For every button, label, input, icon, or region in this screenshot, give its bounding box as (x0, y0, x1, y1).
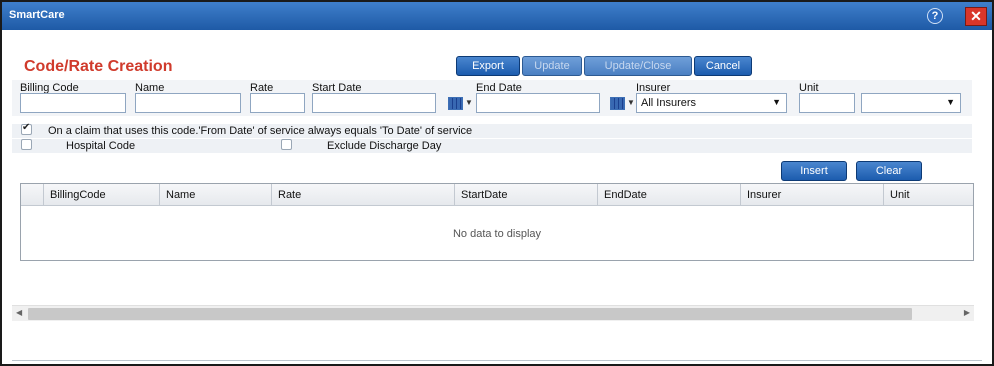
column-header-startdate[interactable]: StartDate (454, 184, 597, 206)
from-equals-to-checkbox[interactable] (21, 122, 32, 135)
chevron-down-icon: ▼ (946, 97, 955, 107)
close-icon[interactable]: ✕ (965, 7, 987, 26)
column-header-name[interactable]: Name (159, 184, 271, 206)
billing-code-input[interactable] (20, 93, 126, 113)
column-header-billingcode[interactable]: BillingCode (43, 184, 159, 206)
window-title: SmartCare (9, 9, 65, 21)
grid-header: BillingCode Name Rate StartDate EndDate … (21, 184, 973, 206)
insert-button[interactable]: Insert (781, 161, 847, 181)
title-bar: SmartCare ? ✕ (2, 2, 992, 30)
unit-input[interactable] (799, 93, 855, 113)
horizontal-scrollbar[interactable]: ◀ ▶ (12, 305, 974, 321)
chevron-down-icon: ▼ (627, 98, 635, 107)
bottom-divider (12, 360, 982, 361)
insurer-select[interactable]: All Insurers ▼ (636, 93, 787, 113)
end-date-input[interactable] (476, 93, 600, 113)
calendar-grid-icon (448, 97, 463, 110)
clear-button[interactable]: Clear (856, 161, 922, 181)
calendar-grid-icon (610, 97, 625, 110)
exclude-discharge-checkbox[interactable] (281, 139, 292, 150)
cancel-button[interactable]: Cancel (694, 56, 752, 76)
update-button[interactable]: Update (522, 56, 582, 76)
smartcare-window: SmartCare ? ✕ Code/Rate Creation Export … (0, 0, 994, 366)
column-header-enddate[interactable]: EndDate (597, 184, 740, 206)
rate-input[interactable] (250, 93, 305, 113)
update-close-button[interactable]: Update/Close (584, 56, 692, 76)
end-date-calendar-icon[interactable]: ▼ (610, 97, 635, 111)
grid-empty-message: No data to display (452, 228, 542, 240)
page-title: Code/Rate Creation (24, 58, 173, 75)
hospital-code-label: Hospital Code (66, 140, 136, 152)
chevron-down-icon: ▼ (772, 97, 781, 107)
start-date-calendar-icon[interactable]: ▼ (448, 97, 473, 111)
unit-type-select[interactable]: ▼ (861, 93, 961, 113)
hospital-code-checkbox[interactable] (21, 139, 32, 150)
export-button[interactable]: Export (456, 56, 520, 76)
option-row-hospital (12, 139, 972, 153)
from-equals-to-label: On a claim that uses this code.'From Dat… (48, 125, 473, 137)
insurer-selected-value: All Insurers (641, 97, 697, 109)
start-date-input[interactable] (312, 93, 436, 113)
exclude-discharge-label: Exclude Discharge Day (327, 140, 442, 152)
scrollbar-thumb[interactable] (28, 308, 912, 320)
help-icon[interactable]: ? (927, 8, 943, 24)
column-header-insurer[interactable]: Insurer (740, 184, 883, 206)
scroll-right-icon[interactable]: ▶ (964, 308, 970, 317)
rates-grid: BillingCode Name Rate StartDate EndDate … (20, 183, 974, 261)
chevron-down-icon: ▼ (465, 98, 473, 107)
column-header-rate[interactable]: Rate (271, 184, 454, 206)
scroll-left-icon[interactable]: ◀ (16, 308, 22, 317)
column-header-unit[interactable]: Unit (883, 184, 973, 206)
name-input[interactable] (135, 93, 241, 113)
